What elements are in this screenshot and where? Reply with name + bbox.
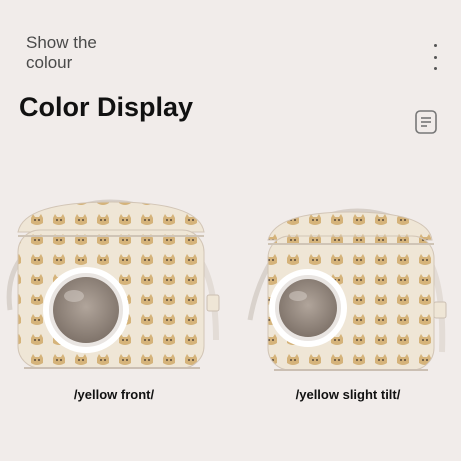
product-image-front [4, 190, 222, 380]
product-caption-tilt: /yellow slight tilt/ [295, 387, 401, 402]
product-caption-front: /yellow front/ [73, 387, 155, 402]
more-vertical-icon[interactable] [428, 44, 442, 70]
product-image-tilt [238, 190, 456, 380]
page-title: Color Display [19, 92, 194, 122]
notes-icon[interactable] [414, 109, 438, 135]
section-subtitle: Show the colour [26, 33, 97, 72]
